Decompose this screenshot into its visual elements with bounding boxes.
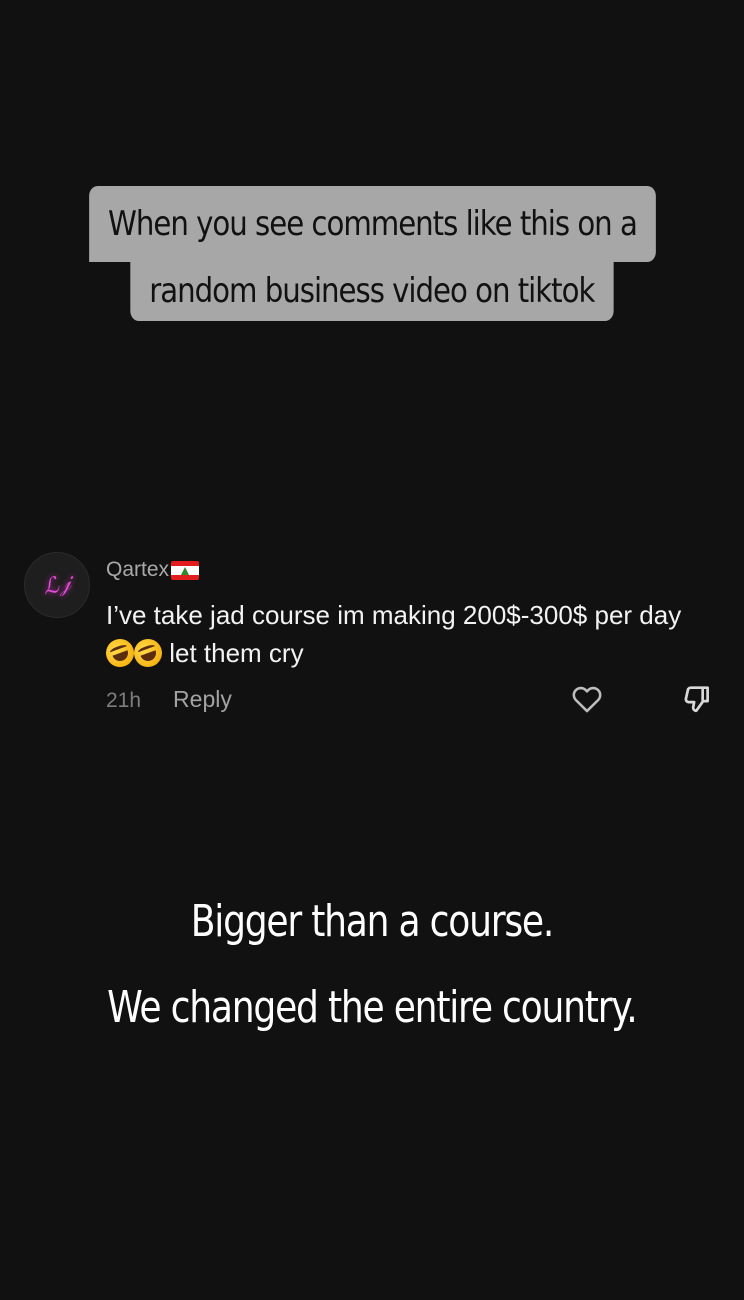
username[interactable]: Qartex (106, 558, 169, 582)
comment-time: 21h (106, 689, 142, 712)
laughing-emoji-icon (130, 635, 166, 671)
avatar[interactable]: ℒ𝒿 (24, 552, 90, 618)
caption-line-2-text: random business video on tiktok (149, 271, 595, 311)
tagline-line-2: We changed the entire country. (0, 982, 744, 1033)
comment-meta: 21h Reply (106, 686, 232, 713)
caption: When you see comments like this on a ran… (0, 186, 744, 321)
caption-line-1: When you see comments like this on a (88, 186, 656, 262)
tagline-line-1: Bigger than a course. (0, 896, 744, 947)
reply-button[interactable]: Reply (173, 686, 232, 713)
lebanon-flag-icon (171, 560, 200, 580)
comment-text: I’ve take jad course im making 200$-300$… (102, 596, 706, 672)
tagline-line-2-text: We changed the entire country. (107, 982, 638, 1033)
comment-text-part-2: let them cry (162, 638, 304, 668)
laughing-emoji-icon (102, 635, 138, 671)
username-row: Qartex (106, 558, 200, 582)
caption-line-1-text: When you see comments like this on a (107, 204, 638, 244)
comment-text-part-1: I’ve take jad course im making 200$-300$… (106, 600, 682, 630)
caption-line-2: random business video on tiktok (130, 261, 614, 321)
heart-icon[interactable] (570, 682, 604, 716)
tagline-line-1-text: Bigger than a course. (190, 896, 555, 947)
thumbs-down-icon[interactable] (680, 682, 714, 716)
neon-signature-avatar-icon: ℒ𝒿 (40, 569, 74, 601)
